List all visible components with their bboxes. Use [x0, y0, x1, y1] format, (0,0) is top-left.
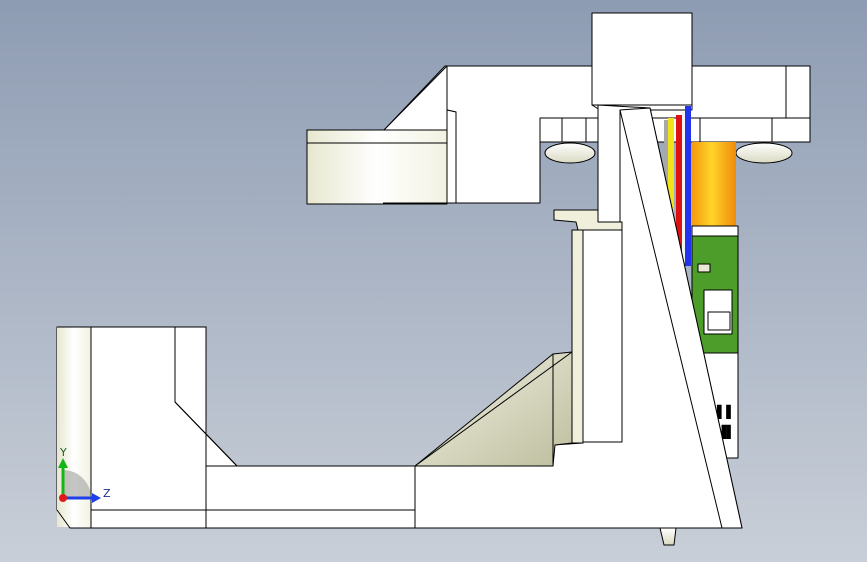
wire-white [682, 112, 685, 262]
pcb-component-small[interactable] [697, 263, 711, 273]
axis-z-label: Z [103, 487, 111, 500]
left-tube[interactable] [306, 129, 448, 205]
pcb-top-strip [691, 225, 739, 237]
roller-left[interactable] [544, 142, 596, 164]
axis-y-label: Y [59, 446, 67, 459]
column-body[interactable] [582, 229, 623, 443]
wire-blue [685, 106, 691, 266]
right-rail[interactable] [539, 117, 811, 143]
right-end-block[interactable] [785, 65, 811, 119]
column-left-face [571, 229, 584, 444]
cad-model-scene[interactable]: ▌▌ ▟▌ Y Z [0, 0, 867, 562]
roller-right[interactable] [735, 142, 793, 164]
capacitor[interactable] [692, 142, 736, 226]
pcb-pin-marks: ▌▌ [716, 404, 735, 419]
pcb-connector-inner [707, 311, 731, 331]
top-square-block[interactable] [591, 12, 693, 106]
cad-viewport[interactable]: ▌▌ ▟▌ Y Z [0, 0, 867, 562]
axis-origin-icon [59, 494, 67, 502]
